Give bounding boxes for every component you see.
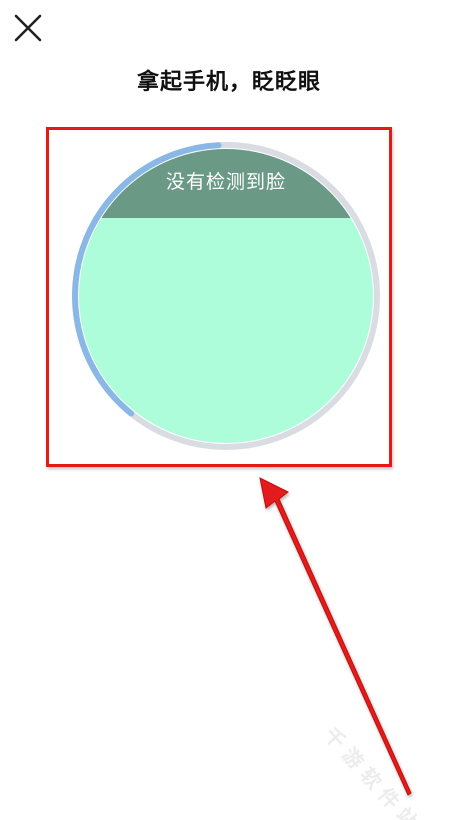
face-verification-screen: 拿起手机，眨眨眼 没有检测到脸 千 游 软 件 站: [0, 0, 458, 820]
page-title: 拿起手机，眨眨眼: [136, 70, 321, 95]
close-icon: [14, 14, 42, 42]
watermark: 千 游 软 件 站: [319, 722, 423, 820]
annotation-highlight-box: [46, 127, 392, 467]
close-button[interactable]: [10, 10, 46, 46]
